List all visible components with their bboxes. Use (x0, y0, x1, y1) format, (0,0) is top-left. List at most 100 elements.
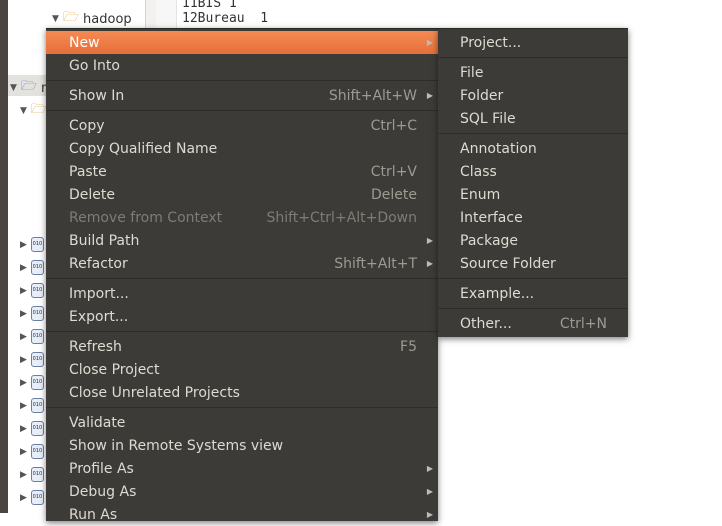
menu-item-build-path[interactable]: Build Path ▶ (46, 229, 438, 252)
tree-item-library[interactable]: ▶ 010 (20, 421, 44, 436)
menu-item-label: Close Unrelated Projects (69, 384, 240, 401)
menu-separator (438, 130, 628, 137)
menu-item-class[interactable]: Class (438, 160, 628, 183)
expand-arrow-icon[interactable]: ▶ (20, 424, 27, 434)
menu-item-project[interactable]: Project... (438, 31, 628, 54)
menu-item-close-project[interactable]: Close Project (46, 358, 438, 381)
menu-item-label: Profile As (69, 460, 134, 477)
tree-item-package[interactable]: ▼ 🗁 (20, 100, 47, 122)
tree-item-library[interactable]: ▶ 010 (20, 398, 44, 413)
submenu-arrow-icon: ▶ (426, 259, 433, 268)
shortcut-label: Shift+Ctrl+Alt+Down (266, 209, 417, 226)
menu-item-new[interactable]: New ▶ (46, 31, 438, 54)
jar-icon: 010 (30, 260, 44, 275)
menu-item-label: Enum (460, 186, 501, 203)
expand-arrow-icon[interactable]: ▶ (20, 355, 27, 365)
menu-item-interface[interactable]: Interface (438, 206, 628, 229)
menu-item-label: Folder (460, 87, 504, 104)
submenu-arrow-icon: ▶ (426, 236, 433, 245)
expand-arrow-icon[interactable]: ▶ (20, 332, 27, 342)
jar-icon: 010 (30, 283, 44, 298)
tree-item-library[interactable]: ▶ 010 (20, 444, 44, 459)
expand-arrow-icon[interactable]: ▶ (20, 493, 27, 503)
expand-arrow-icon[interactable]: ▶ (20, 401, 27, 411)
menu-item-folder[interactable]: Folder (438, 84, 628, 107)
menu-item-refactor[interactable]: Refactor Shift+Alt+T ▶ (46, 252, 438, 275)
menu-item-label: Remove from Context (69, 209, 223, 226)
menu-item-show-in[interactable]: Show In Shift+Alt+W ▶ (46, 84, 438, 107)
menu-item-profile-as[interactable]: Profile As ▶ (46, 457, 438, 480)
editor-text[interactable]: 11BIS 1 12Bureau 1 (182, 0, 268, 26)
menu-item-label: Show In (69, 87, 125, 104)
menu-item-label: Annotation (460, 140, 537, 157)
menu-item-run-as[interactable]: Run As ▶ (46, 503, 438, 526)
menu-item-file[interactable]: File (438, 61, 628, 84)
menu-item-other[interactable]: Other... Ctrl+N (438, 312, 628, 335)
tree-item-hadoop[interactable]: ▼ 🗁 hadoop (52, 8, 132, 30)
menu-item-go-into[interactable]: Go Into (46, 54, 438, 77)
menu-item-label: Example... (460, 285, 535, 302)
menu-item-label: Close Project (69, 361, 160, 378)
tree-item-library[interactable]: ▶ 010 (20, 260, 44, 275)
menu-item-delete[interactable]: Delete Delete (46, 183, 438, 206)
jar-icon: 010 (30, 467, 44, 482)
expand-arrow-icon[interactable]: ▶ (20, 286, 27, 296)
submenu-arrow-icon: ▶ (426, 38, 433, 47)
context-menu: New ▶ Go Into Show In Shift+Alt+W ▶ Copy Ctrl+C… (46, 28, 438, 523)
menu-item-sql-file[interactable]: SQL File (438, 107, 628, 130)
menu-item-source-folder[interactable]: Source Folder (438, 252, 628, 275)
menu-item-label: Refresh (69, 338, 122, 355)
package-icon: 🗁 (30, 102, 48, 117)
menu-item-refresh[interactable]: Refresh F5 (46, 335, 438, 358)
expand-arrow-icon[interactable]: ▶ (20, 447, 27, 457)
expand-arrow-icon[interactable]: ▶ (20, 470, 27, 480)
window-border (0, 0, 8, 513)
tree-item-label: hadoop (83, 11, 132, 27)
tree-item-library[interactable]: ▶ 010 (20, 352, 44, 367)
menu-item-close-unrelated-projects[interactable]: Close Unrelated Projects (46, 381, 438, 404)
expand-arrow-icon[interactable]: ▼ (20, 106, 27, 116)
menu-item-label: Run As (69, 506, 118, 523)
menu-item-example[interactable]: Example... (438, 282, 628, 305)
menu-item-label: Source Folder (460, 255, 556, 272)
tree-item-library[interactable]: ▶ 010 (20, 237, 44, 252)
editor-line: 12Bureau 1 (182, 11, 269, 26)
menu-item-paste[interactable]: Paste Ctrl+V (46, 160, 438, 183)
tree-item-library[interactable]: ▶ 010 (20, 467, 44, 482)
menu-item-label: Copy (69, 117, 105, 134)
expand-arrow-icon[interactable]: ▼ (52, 14, 59, 24)
menu-item-label: Other... (460, 315, 512, 332)
menu-separator (438, 275, 628, 282)
jar-icon: 010 (30, 421, 44, 436)
menu-separator (46, 275, 438, 282)
menu-item-validate[interactable]: Validate (46, 411, 438, 434)
expand-arrow-icon[interactable]: ▼ (10, 83, 17, 93)
expand-arrow-icon[interactable]: ▶ (20, 263, 27, 273)
jar-icon: 010 (30, 490, 44, 505)
expand-arrow-icon[interactable]: ▶ (20, 378, 27, 388)
menu-item-copy[interactable]: Copy Ctrl+C (46, 114, 438, 137)
menu-item-package[interactable]: Package (438, 229, 628, 252)
tree-item-library[interactable]: ▶ 010 (20, 375, 44, 390)
menu-separator (438, 54, 628, 61)
expand-arrow-icon[interactable]: ▶ (20, 240, 27, 250)
tree-item-library[interactable]: ▶ 010 (20, 306, 44, 321)
menu-item-show-in-remote-systems-view[interactable]: Show in Remote Systems view (46, 434, 438, 457)
tree-item-library[interactable]: ▶ 010 (20, 490, 44, 505)
menu-item-label: Interface (460, 209, 523, 226)
menu-separator (438, 305, 628, 312)
tree-item-library[interactable]: ▶ 010 (20, 283, 44, 298)
menu-item-label: Project... (460, 34, 522, 51)
editor-line: 11BIS 1 (182, 0, 237, 11)
menu-item-export[interactable]: Export... (46, 305, 438, 328)
menu-item-annotation[interactable]: Annotation (438, 137, 628, 160)
expand-arrow-icon[interactable]: ▶ (20, 309, 27, 319)
project-folder-icon: 🗁 (20, 79, 38, 94)
shortcut-label: Shift+Alt+W (328, 87, 417, 104)
menu-item-copy-qualified-name[interactable]: Copy Qualified Name (46, 137, 438, 160)
menu-item-label: Class (460, 163, 497, 180)
menu-item-debug-as[interactable]: Debug As ▶ (46, 480, 438, 503)
tree-item-library[interactable]: ▶ 010 (20, 329, 44, 344)
menu-item-import[interactable]: Import... (46, 282, 438, 305)
menu-item-enum[interactable]: Enum (438, 183, 628, 206)
